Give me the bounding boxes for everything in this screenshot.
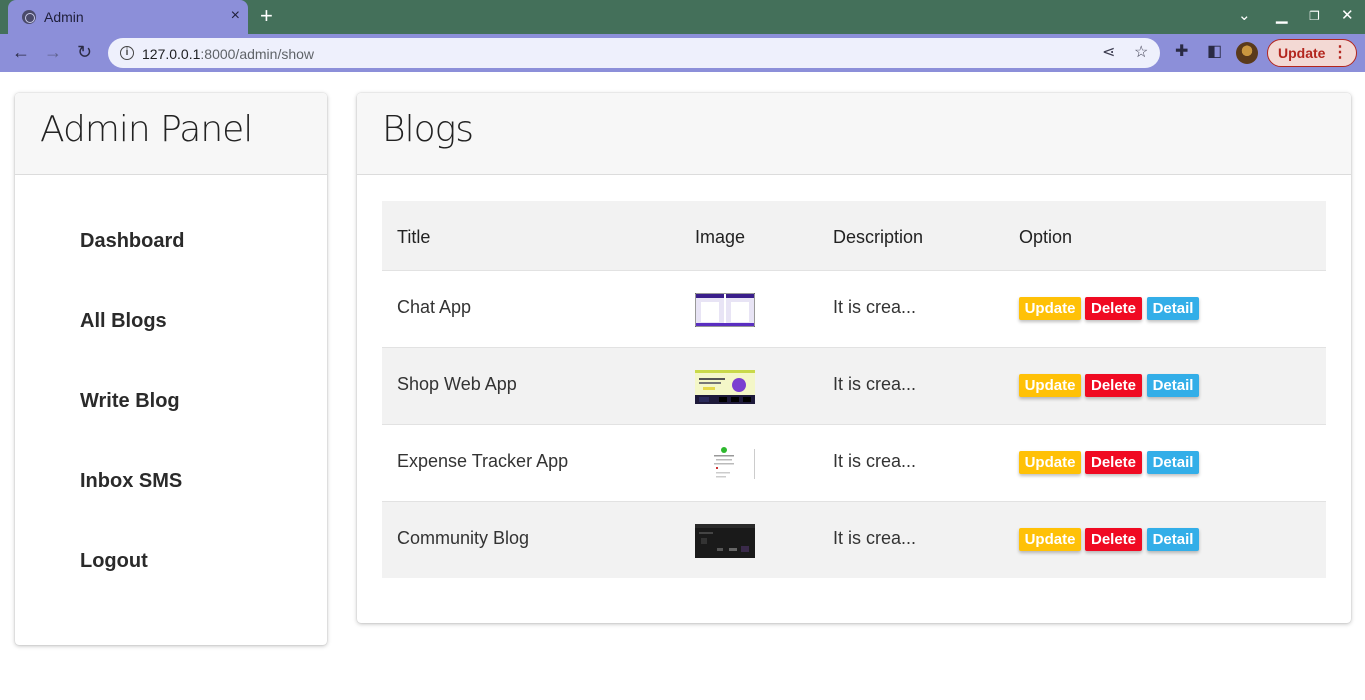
tab-close-icon[interactable]: × xyxy=(231,7,240,25)
update-button[interactable]: Update xyxy=(1019,297,1081,320)
sidebar-item-write-blog[interactable]: Write Blog xyxy=(80,390,180,413)
browser-tab-bar: Admin × + ⌄ ▁ ❐ ✕ xyxy=(0,0,1365,34)
detail-button[interactable]: Detail xyxy=(1147,451,1199,474)
profile-avatar[interactable] xyxy=(1236,42,1258,64)
row-title: Chat App xyxy=(397,297,472,317)
browser-toolbar: ← → ↻ i 127.0.0.1:8000/admin/show ⋖ ☆ ✚ … xyxy=(0,34,1365,72)
minimize-icon[interactable]: ▁ xyxy=(1276,7,1288,25)
row-title: Shop Web App xyxy=(397,374,517,394)
table-row: Expense Tracker App It is crea... Update… xyxy=(382,425,1326,502)
url-path: :8000/admin/show xyxy=(200,46,315,62)
sidebar-header: Admin Panel xyxy=(15,93,327,175)
sidebar-item-logout[interactable]: Logout xyxy=(80,550,148,573)
reload-icon[interactable]: ↻ xyxy=(77,42,92,62)
delete-button[interactable]: Delete xyxy=(1085,374,1142,397)
info-icon[interactable]: i xyxy=(120,46,134,60)
column-header-option: Option xyxy=(1019,227,1073,247)
expense-tracker-thumbnail xyxy=(695,445,755,483)
table-row: Community Blog It is crea... Update Dele… xyxy=(382,502,1326,578)
delete-button[interactable]: Delete xyxy=(1085,528,1142,551)
row-description: It is crea... xyxy=(833,528,917,548)
detail-button[interactable]: Detail xyxy=(1147,528,1199,551)
page-title: Blogs xyxy=(382,109,474,150)
sidebar-item-inbox-sms[interactable]: Inbox SMS xyxy=(80,470,182,493)
shop-web-app-thumbnail xyxy=(695,370,755,404)
table-header-row: Title Image Description Option xyxy=(382,201,1326,271)
forward-arrow-icon[interactable]: → xyxy=(44,42,62,62)
row-description: It is crea... xyxy=(833,451,917,471)
update-button[interactable]: Update xyxy=(1019,451,1081,474)
community-blog-thumbnail xyxy=(695,524,755,558)
new-tab-button[interactable]: + xyxy=(260,5,273,27)
column-header-image: Image xyxy=(695,227,746,247)
sidebar-card: Admin Panel Dashboard All Blogs Write Bl… xyxy=(15,93,327,645)
close-window-icon[interactable]: ✕ xyxy=(1341,7,1354,25)
blogs-card: Blogs Title Image Description Option Cha… xyxy=(357,93,1351,623)
detail-button[interactable]: Detail xyxy=(1147,297,1199,320)
tab-title: Admin xyxy=(44,9,84,25)
detail-button[interactable]: Detail xyxy=(1147,374,1199,397)
restore-icon[interactable]: ❐ xyxy=(1309,7,1320,25)
sidebar-item-dashboard[interactable]: Dashboard xyxy=(80,230,184,253)
share-icon[interactable]: ⋖ xyxy=(1102,44,1115,62)
browser-update-label: Update xyxy=(1278,45,1326,61)
table-row: Shop Web App It is crea... Update Delete… xyxy=(382,348,1326,425)
kebab-menu-icon[interactable]: ⋮ xyxy=(1332,40,1348,66)
sidebar-item-all-blogs[interactable]: All Blogs xyxy=(80,310,167,333)
row-title: Expense Tracker App xyxy=(397,451,569,471)
update-button[interactable]: Update xyxy=(1019,528,1081,551)
browser-update-button[interactable]: Update ⋮ xyxy=(1267,39,1357,67)
table-row: Chat App It is crea... Update Delete Det… xyxy=(382,271,1326,348)
back-arrow-icon[interactable]: ← xyxy=(12,42,30,62)
row-title: Community Blog xyxy=(397,528,530,548)
browser-tab-admin[interactable]: Admin × xyxy=(8,0,248,34)
puzzle-icon[interactable]: ✚ xyxy=(1175,43,1188,61)
url-host: 127.0.0.1 xyxy=(142,46,201,62)
delete-button[interactable]: Delete xyxy=(1085,451,1142,474)
chat-app-thumbnail xyxy=(695,293,755,327)
url-text: 127.0.0.1:8000/admin/show xyxy=(142,46,314,62)
update-button[interactable]: Update xyxy=(1019,374,1081,397)
delete-button[interactable]: Delete xyxy=(1085,297,1142,320)
chevron-down-icon[interactable]: ⌄ xyxy=(1238,7,1251,25)
side-panel-icon[interactable]: ◧ xyxy=(1207,43,1222,61)
address-bar[interactable]: i 127.0.0.1:8000/admin/show ⋖ ☆ xyxy=(108,38,1160,68)
column-header-description: Description xyxy=(833,227,924,247)
bookmark-star-icon[interactable]: ☆ xyxy=(1134,44,1148,62)
row-description: It is crea... xyxy=(833,374,917,394)
globe-icon xyxy=(22,10,36,24)
blogs-header: Blogs xyxy=(357,93,1351,175)
sidebar-title: Admin Panel xyxy=(40,109,253,150)
row-description: It is crea... xyxy=(833,297,917,317)
column-header-title: Title xyxy=(397,227,431,247)
